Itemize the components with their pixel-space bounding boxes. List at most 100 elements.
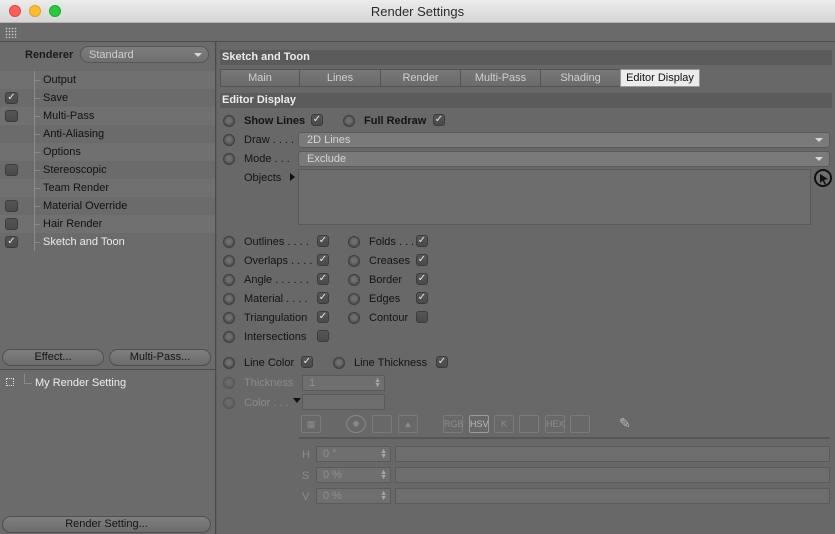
color-wheel-icon[interactable]: ✺ bbox=[346, 415, 366, 433]
stepper-icon[interactable]: ▲ ▼ bbox=[380, 448, 387, 460]
material-override-checkbox[interactable] bbox=[5, 200, 18, 212]
h-field[interactable]: 0 ° ▲ ▼ bbox=[316, 446, 391, 462]
tree-item-label: Team Render bbox=[43, 182, 110, 194]
stepper-icon[interactable]: ▲ ▼ bbox=[380, 469, 387, 481]
effect-button[interactable]: Effect... bbox=[2, 349, 104, 366]
tree-item-team-render[interactable]: Team Render bbox=[0, 179, 215, 197]
color-expand-icon[interactable] bbox=[293, 398, 301, 403]
image-picker-icon[interactable]: ▲ bbox=[398, 415, 418, 433]
color-animate-icon[interactable] bbox=[223, 397, 235, 409]
thickness-label: Thickness bbox=[244, 377, 294, 389]
angle-animate-icon[interactable] bbox=[223, 274, 235, 286]
settings-tree: Output ✓ Save Multi-Pass Anti-Aliasing O… bbox=[0, 71, 215, 251]
tree-item-anti-aliasing[interactable]: Anti-Aliasing bbox=[0, 125, 215, 143]
tree-item-multi-pass[interactable]: Multi-Pass bbox=[0, 107, 215, 125]
overlaps-checkbox[interactable]: ✓ bbox=[317, 254, 329, 266]
tab-editor-display[interactable]: Editor Display bbox=[620, 69, 700, 87]
v-slider[interactable] bbox=[395, 488, 830, 504]
render-setting-button[interactable]: Render Setting... bbox=[2, 516, 211, 533]
line-color-animate-icon[interactable] bbox=[223, 357, 235, 369]
tree-item-output[interactable]: Output bbox=[0, 71, 215, 89]
full-redraw-checkbox[interactable]: ✓ bbox=[433, 114, 445, 126]
title-bar: Render Settings bbox=[0, 0, 835, 23]
show-lines-checkbox[interactable]: ✓ bbox=[311, 114, 323, 126]
draw-animate-icon[interactable] bbox=[223, 134, 235, 146]
material-checkbox[interactable]: ✓ bbox=[317, 292, 329, 304]
creases-checkbox[interactable]: ✓ bbox=[416, 254, 428, 266]
stepper-icon[interactable]: ▲ ▼ bbox=[380, 490, 387, 502]
line-color-checkbox[interactable]: ✓ bbox=[301, 356, 313, 368]
color-swatch[interactable] bbox=[302, 394, 385, 410]
color-picker-mode-icon[interactable]: ▦ bbox=[301, 415, 321, 433]
hex-mode-icon[interactable]: HEX bbox=[545, 415, 565, 433]
v-value: 0 % bbox=[323, 490, 342, 502]
s-field[interactable]: 0 % ▲ ▼ bbox=[316, 467, 391, 483]
show-lines-animate-icon[interactable] bbox=[223, 115, 235, 127]
mixer-icon[interactable] bbox=[519, 415, 539, 433]
overlaps-animate-icon[interactable] bbox=[223, 255, 235, 267]
tree-item-hair-render[interactable]: Hair Render bbox=[0, 215, 215, 233]
stepper-icon[interactable]: ▲ ▼ bbox=[374, 377, 381, 389]
triangulation-checkbox[interactable]: ✓ bbox=[317, 311, 329, 323]
tab-main[interactable]: Main bbox=[220, 69, 299, 87]
eyedropper-icon[interactable]: ✎ bbox=[619, 415, 635, 433]
tree-item-sketch-and-toon[interactable]: ✓ Sketch and Toon bbox=[0, 233, 215, 251]
contour-animate-icon[interactable] bbox=[348, 312, 360, 324]
stereoscopic-checkbox[interactable] bbox=[5, 164, 18, 176]
thickness-animate-icon[interactable] bbox=[223, 377, 235, 389]
material-animate-icon[interactable] bbox=[223, 293, 235, 305]
tree-item-label: Sketch and Toon bbox=[43, 236, 125, 248]
s-value: 0 % bbox=[323, 469, 342, 481]
save-checkbox[interactable]: ✓ bbox=[5, 92, 18, 104]
contour-checkbox[interactable] bbox=[416, 311, 428, 323]
tree-item-material-override[interactable]: Material Override bbox=[0, 197, 215, 215]
objects-list[interactable] bbox=[298, 169, 811, 225]
line-thickness-checkbox[interactable]: ✓ bbox=[436, 356, 448, 368]
grip-icon[interactable] bbox=[5, 27, 17, 38]
folds-checkbox[interactable]: ✓ bbox=[416, 235, 428, 247]
edges-animate-icon[interactable] bbox=[348, 293, 360, 305]
full-redraw-label: Full Redraw bbox=[364, 115, 427, 127]
multi-pass-checkbox[interactable] bbox=[5, 110, 18, 122]
hair-render-checkbox[interactable] bbox=[5, 218, 18, 230]
sketch-and-toon-checkbox[interactable]: ✓ bbox=[5, 236, 18, 248]
h-slider[interactable] bbox=[395, 446, 830, 462]
render-setting-item[interactable]: My Render Setting bbox=[0, 374, 215, 391]
expand-arrow-icon[interactable] bbox=[290, 173, 295, 181]
spectrum-icon[interactable] bbox=[372, 415, 392, 433]
intersections-checkbox[interactable] bbox=[317, 330, 329, 342]
renderer-select[interactable]: Standard bbox=[80, 46, 209, 63]
tree-item-stereoscopic[interactable]: Stereoscopic bbox=[0, 161, 215, 179]
tab-render[interactable]: Render bbox=[380, 69, 460, 87]
material-label: Material . . . . bbox=[244, 293, 308, 305]
triangulation-animate-icon[interactable] bbox=[223, 312, 235, 324]
tab-shading[interactable]: Shading bbox=[540, 69, 620, 87]
rgb-mode-icon[interactable]: RGB bbox=[443, 415, 464, 433]
border-checkbox[interactable]: ✓ bbox=[416, 273, 428, 285]
intersections-animate-icon[interactable] bbox=[223, 331, 235, 343]
hsv-mode-icon[interactable]: HSV bbox=[469, 415, 489, 433]
creases-animate-icon[interactable] bbox=[348, 255, 360, 267]
s-slider[interactable] bbox=[395, 467, 830, 483]
draw-dropdown[interactable]: 2D Lines bbox=[298, 132, 830, 148]
tree-item-save[interactable]: ✓ Save bbox=[0, 89, 215, 107]
outlines-animate-icon[interactable] bbox=[223, 236, 235, 248]
v-field[interactable]: 0 % ▲ ▼ bbox=[316, 488, 391, 504]
tab-lines[interactable]: Lines bbox=[299, 69, 380, 87]
mode-animate-icon[interactable] bbox=[223, 153, 235, 165]
kelvin-mode-icon[interactable]: K bbox=[494, 415, 514, 433]
thickness-field[interactable]: 1 ▲ ▼ bbox=[302, 375, 385, 391]
swatches-icon[interactable] bbox=[570, 415, 590, 433]
outlines-checkbox[interactable]: ✓ bbox=[317, 235, 329, 247]
pick-object-icon[interactable] bbox=[814, 169, 832, 187]
border-animate-icon[interactable] bbox=[348, 274, 360, 286]
mode-dropdown[interactable]: Exclude bbox=[298, 151, 830, 167]
angle-checkbox[interactable]: ✓ bbox=[317, 273, 329, 285]
line-thickness-animate-icon[interactable] bbox=[333, 357, 345, 369]
tab-multi-pass[interactable]: Multi-Pass bbox=[460, 69, 540, 87]
multi-pass-button[interactable]: Multi-Pass... bbox=[109, 349, 211, 366]
folds-animate-icon[interactable] bbox=[348, 236, 360, 248]
full-redraw-animate-icon[interactable] bbox=[343, 115, 355, 127]
tree-item-options[interactable]: Options bbox=[0, 143, 215, 161]
edges-checkbox[interactable]: ✓ bbox=[416, 292, 428, 304]
